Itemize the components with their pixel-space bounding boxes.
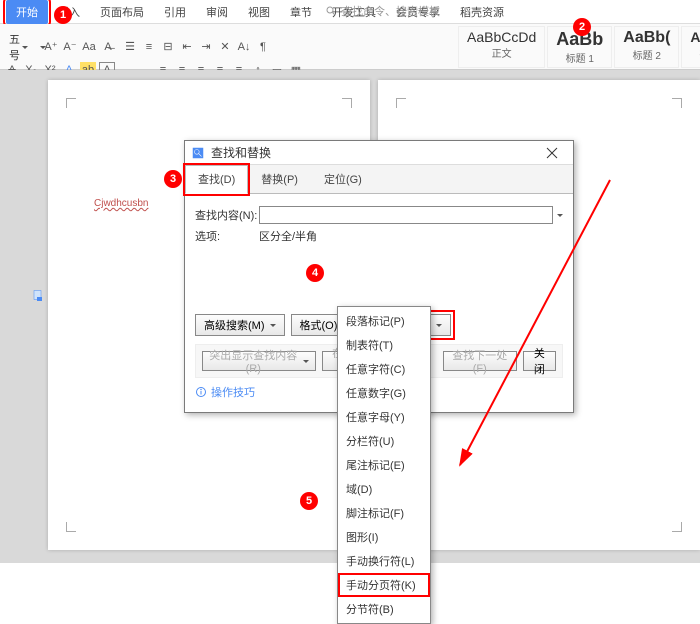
- close-icon: [546, 147, 558, 159]
- callout-4: 4: [306, 264, 324, 282]
- find-content-label: 查找内容(N):: [195, 207, 259, 223]
- tab-view[interactable]: 视图: [238, 0, 280, 24]
- dd-manual-line-break[interactable]: 手动换行符(L): [338, 549, 430, 573]
- dialog-titlebar[interactable]: 查找和替换: [185, 141, 573, 165]
- style-h3[interactable]: AaBbC标题 3: [681, 26, 700, 68]
- multilevel-icon[interactable]: ⊟: [160, 39, 176, 55]
- bullets-icon[interactable]: ☰: [122, 39, 138, 55]
- page1-text: Cjwdhcusbn: [94, 198, 148, 209]
- command-search[interactable]: 查找命令、搜索模板: [325, 3, 440, 19]
- callout-2: 2: [573, 18, 591, 36]
- font-size-step[interactable]: [33, 42, 43, 52]
- tab-review[interactable]: 审阅: [196, 0, 238, 24]
- dd-graphic[interactable]: 图形(I): [338, 525, 430, 549]
- dd-any-digit[interactable]: 任意数字(G): [338, 381, 430, 405]
- dd-paragraph-mark[interactable]: 段落标记(P): [338, 309, 430, 333]
- sort-icon[interactable]: A↓: [236, 39, 252, 55]
- phonetic-icon[interactable]: ✕: [217, 39, 233, 55]
- change-case-icon[interactable]: Aa: [81, 39, 97, 55]
- dd-any-char[interactable]: 任意字符(C): [338, 357, 430, 381]
- close-button[interactable]: 关闭: [523, 351, 556, 371]
- indent-dec-icon[interactable]: ⇤: [179, 39, 195, 55]
- find-next-button[interactable]: 查找下一处(F): [443, 351, 517, 371]
- dialog-icon: [191, 146, 205, 160]
- shrink-font-icon[interactable]: A⁻: [62, 39, 78, 55]
- style-normal[interactable]: AaBbCcDd正文: [458, 26, 545, 68]
- dd-column-break[interactable]: 分栏符(U): [338, 429, 430, 453]
- search-placeholder: 查找命令、搜索模板: [341, 3, 440, 19]
- font-size-select[interactable]: 五号: [4, 29, 33, 65]
- find-content-input[interactable]: [259, 206, 553, 224]
- dd-tab-char[interactable]: 制表符(T): [338, 333, 430, 357]
- tab-chapter[interactable]: 章节: [280, 0, 322, 24]
- dd-field[interactable]: 域(D): [338, 477, 430, 501]
- tab-docer[interactable]: 稻壳资源: [450, 0, 514, 24]
- indent-inc-icon[interactable]: ⇥: [198, 39, 214, 55]
- show-marks-icon[interactable]: ¶: [255, 39, 271, 55]
- dialog-tab-replace[interactable]: 替换(P): [248, 165, 311, 193]
- special-format-menu: 段落标记(P) 制表符(T) 任意字符(C) 任意数字(G) 任意字母(Y) 分…: [337, 306, 431, 624]
- numbering-icon[interactable]: ≡: [141, 39, 157, 55]
- tab-start[interactable]: 开始: [6, 0, 48, 24]
- advanced-search-button[interactable]: 高级搜索(M): [195, 314, 285, 336]
- dialog-tab-goto[interactable]: 定位(G): [311, 165, 375, 193]
- page-nav-icon[interactable]: [32, 288, 44, 302]
- dialog-title: 查找和替换: [211, 144, 537, 161]
- menu-tabs: 开始 插入 页面布局 引用 审阅 视图 章节 开发工具 会员专享 稻壳资源 查找…: [0, 0, 700, 24]
- search-icon: [325, 5, 337, 17]
- dd-any-letter[interactable]: 任意字母(Y): [338, 405, 430, 429]
- dd-manual-page-break[interactable]: 手动分页符(K): [338, 573, 430, 597]
- dialog-close-button[interactable]: [537, 142, 567, 164]
- dd-endnote-mark[interactable]: 尾注标记(E): [338, 453, 430, 477]
- dialog-tabs: 查找(D) 替换(P) 定位(G): [185, 165, 573, 194]
- dd-section-break[interactable]: 分节符(B): [338, 597, 430, 621]
- find-content-dropdown[interactable]: [555, 209, 563, 221]
- options-label: 选项:: [195, 228, 259, 244]
- callout-3: 3: [164, 170, 182, 188]
- ribbon: 五号 A⁺ A⁻ Aa A̶ ☰ ≡ ⊟ ⇤ ⇥ ✕ A↓ ¶ A X₂ X² …: [0, 24, 700, 70]
- tab-layout[interactable]: 页面布局: [90, 0, 154, 24]
- info-icon: [195, 386, 207, 398]
- options-value: 区分全/半角: [259, 228, 317, 244]
- dialog-tab-find[interactable]: 查找(D): [185, 165, 248, 194]
- highlight-results-button[interactable]: 突出显示查找内容(R): [202, 351, 316, 371]
- style-h2[interactable]: AaBb(标题 2: [614, 26, 679, 68]
- callout-1: 1: [54, 6, 72, 24]
- dd-footnote-mark[interactable]: 脚注标记(F): [338, 501, 430, 525]
- clear-format-icon[interactable]: A̶: [100, 39, 116, 55]
- tab-ref[interactable]: 引用: [154, 0, 196, 24]
- callout-5: 5: [300, 492, 318, 510]
